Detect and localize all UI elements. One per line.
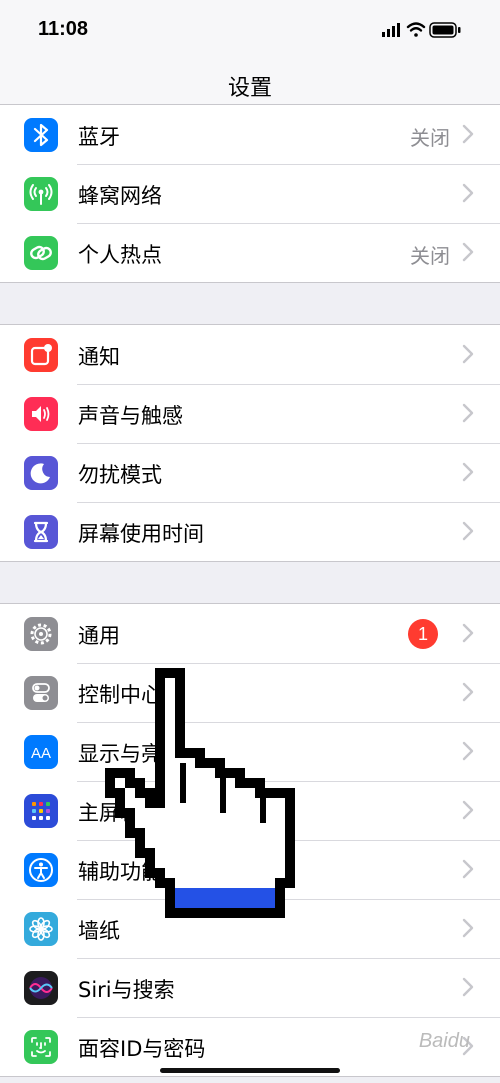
status-time: 11:08 <box>38 18 89 40</box>
settings-row-value: 关闭 <box>410 126 450 150</box>
settings-row-screen-time[interactable]: 屏幕使用时间 <box>0 502 500 561</box>
chevron-right-icon <box>462 682 474 702</box>
siri-icon <box>24 971 58 1005</box>
settings-row-label: 通用 <box>78 624 120 648</box>
chevron-right-icon <box>462 344 474 364</box>
speaker-icon <box>24 397 58 431</box>
settings-row-label: 通知 <box>78 345 120 369</box>
hourglass-icon <box>24 515 58 549</box>
settings-row-label: Siri与搜索 <box>78 978 175 1002</box>
hand-pointer-cursor-icon <box>105 668 295 918</box>
battery-icon <box>429 22 461 38</box>
chevron-right-icon <box>462 403 474 423</box>
settings-row-label: 屏幕使用时间 <box>78 522 204 546</box>
chevron-right-icon <box>462 183 474 203</box>
settings-row-hotspot[interactable]: 个人热点 关闭 <box>0 223 500 282</box>
settings-row-value: 关闭 <box>410 244 450 268</box>
settings-row-label: 蜂窝网络 <box>78 184 162 208</box>
chevron-right-icon <box>462 741 474 761</box>
chevron-right-icon <box>462 623 474 643</box>
settings-row-label: 声音与触感 <box>78 404 183 428</box>
chevron-right-icon <box>462 977 474 997</box>
flower-icon <box>24 912 58 946</box>
settings-row-bluetooth[interactable]: 蓝牙 关闭 <box>0 105 500 164</box>
chevron-right-icon <box>462 918 474 938</box>
settings-group-notifications: 通知 声音与触感 勿扰模式 屏幕使用时间 <box>0 324 500 562</box>
home-grid-icon <box>24 794 58 828</box>
settings-row-sounds[interactable]: 声音与触感 <box>0 384 500 443</box>
home-indicator <box>160 1068 340 1073</box>
chevron-right-icon <box>462 124 474 144</box>
settings-row-label: 面容ID与密码 <box>78 1037 206 1061</box>
settings-row-general[interactable]: 通用 1 <box>0 604 500 663</box>
accessibility-icon <box>24 853 58 887</box>
wifi-icon <box>406 22 426 37</box>
text-size-icon: AA <box>24 735 58 769</box>
signal-icon <box>382 23 400 37</box>
settings-group-connectivity: 蓝牙 关闭 蜂窝网络 个人热点 关闭 <box>0 104 500 283</box>
cellular-antenna-icon <box>24 177 58 211</box>
notifications-icon <box>24 338 58 372</box>
hotspot-link-icon <box>24 236 58 270</box>
notification-badge: 1 <box>408 619 438 649</box>
status-bar: 11:08 <box>0 0 500 62</box>
settings-row-label: 勿扰模式 <box>78 463 162 487</box>
chevron-right-icon <box>462 462 474 482</box>
settings-row-siri[interactable]: Siri与搜索 <box>0 958 500 1017</box>
baidu-watermark: Baidu <box>418 1030 470 1052</box>
settings-row-label: 蓝牙 <box>78 125 120 149</box>
status-icons <box>382 22 461 38</box>
chevron-right-icon <box>462 800 474 820</box>
settings-row-cellular[interactable]: 蜂窝网络 <box>0 164 500 223</box>
settings-row-do-not-disturb[interactable]: 勿扰模式 <box>0 443 500 502</box>
toggles-icon <box>24 676 58 710</box>
face-id-icon <box>24 1030 58 1064</box>
moon-icon <box>24 456 58 490</box>
settings-row-notifications[interactable]: 通知 <box>0 325 500 384</box>
chevron-right-icon <box>462 242 474 262</box>
chevron-right-icon <box>462 521 474 541</box>
gear-icon <box>24 617 58 651</box>
svg-text:AA: AA <box>31 745 51 762</box>
bluetooth-icon <box>24 118 58 152</box>
page-title: 设置 <box>227 76 272 101</box>
chevron-right-icon <box>462 859 474 879</box>
settings-row-label: 个人热点 <box>78 243 162 267</box>
